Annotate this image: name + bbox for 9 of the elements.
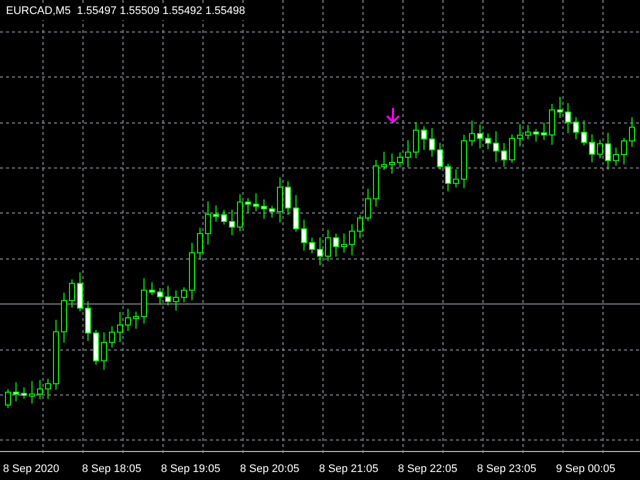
- time-label: 8 Sep 21:05: [319, 463, 378, 475]
- time-label: 8 Sep 2020: [3, 463, 60, 475]
- down-arrow-icon: [386, 108, 400, 124]
- time-label: 9 Sep 00:05: [556, 463, 616, 475]
- time-label: 8 Sep 22:05: [398, 463, 458, 475]
- time-label: 8 Sep 23:05: [477, 463, 536, 475]
- time-label: 8 Sep 18:05: [82, 463, 142, 475]
- time-label: 8 Sep 20:05: [240, 463, 300, 475]
- time-label: 8 Sep 19:05: [161, 463, 220, 475]
